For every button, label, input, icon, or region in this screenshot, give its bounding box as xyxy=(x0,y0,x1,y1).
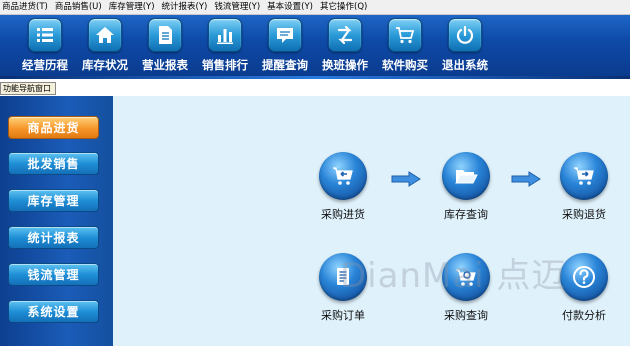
toolbar-shift-change-button[interactable]: 换班操作 xyxy=(314,18,376,78)
toolbar-label: 提醒查询 xyxy=(262,58,308,72)
flow-purchase-in[interactable]: 采购进货 xyxy=(298,152,388,222)
flow-label: 库存查询 xyxy=(444,208,488,221)
arrow-right-icon xyxy=(511,171,541,187)
menu-item-purchase[interactable]: 商品进货(T) xyxy=(0,0,53,15)
nav-item-reports[interactable]: 统计报表 xyxy=(8,226,99,249)
nav-item-purchase[interactable]: 商品进货 xyxy=(8,116,99,139)
document-icon xyxy=(148,18,182,52)
flow-label: 采购进货 xyxy=(321,208,365,221)
flow-label: 采购查询 xyxy=(444,309,488,322)
menu-bar: 商品进货(T) 商品销售(U) 库存管理(Y) 统计报表(Y) 钱流管理(Y) … xyxy=(0,0,630,15)
cart-return-icon xyxy=(560,152,608,200)
message-icon xyxy=(268,18,302,52)
menu-item-other[interactable]: 其它操作(Q) xyxy=(318,0,372,15)
toolbar-buy-software-button[interactable]: 软件购买 xyxy=(374,18,436,78)
folder-open-icon xyxy=(442,152,490,200)
toolbar-label: 营业报表 xyxy=(142,58,188,72)
power-icon xyxy=(448,18,482,52)
list-icon xyxy=(28,18,62,52)
nav-item-inventory[interactable]: 库存管理 xyxy=(8,189,99,212)
toolbar-label: 销售排行 xyxy=(202,58,248,72)
toolbar-reminder-query-button[interactable]: 提醒查询 xyxy=(254,18,316,78)
toolbar-label: 退出系统 xyxy=(442,58,488,72)
nav-item-settings[interactable]: 系统设置 xyxy=(8,300,99,323)
flow-label: 采购订单 xyxy=(321,309,365,322)
toolbar: 经营历程 库存状况 营业报表 销售排行 提醒查询 换班操作 软件购买 退出系统 xyxy=(0,15,630,79)
toolbar-exit-button[interactable]: 退出系统 xyxy=(434,18,496,78)
home-icon xyxy=(88,18,122,52)
nav-window-title: 功能导航窗口 xyxy=(0,82,56,95)
flow-inventory-query[interactable]: 库存查询 xyxy=(421,152,511,222)
menu-item-reports[interactable]: 统计报表(Y) xyxy=(160,0,213,15)
watermark: DianMai 点迈 xyxy=(340,256,567,296)
toolbar-label: 库存状况 xyxy=(82,58,128,72)
toolbar-label: 软件购买 xyxy=(382,58,428,72)
toolbar-inventory-status-button[interactable]: 库存状况 xyxy=(74,18,136,78)
menu-item-inventory[interactable]: 库存管理(Y) xyxy=(107,0,160,15)
toolbar-sales-ranking-button[interactable]: 销售排行 xyxy=(194,18,256,78)
nav-item-wholesale[interactable]: 批发销售 xyxy=(8,152,99,175)
arrow-right-icon xyxy=(391,171,421,187)
cart-in-icon xyxy=(319,152,367,200)
toolbar-label: 经营历程 xyxy=(22,58,68,72)
flow-label: 付款分析 xyxy=(562,309,606,322)
toolbar-label: 换班操作 xyxy=(322,58,368,72)
flow-purchase-return[interactable]: 采购退货 xyxy=(539,152,629,222)
menu-item-sales[interactable]: 商品销售(U) xyxy=(53,0,107,15)
switch-icon xyxy=(328,18,362,52)
bar-chart-icon xyxy=(208,18,242,52)
cart-icon xyxy=(388,18,422,52)
toolbar-business-report-button[interactable]: 营业报表 xyxy=(134,18,196,78)
question-icon xyxy=(560,253,608,301)
menu-item-settings[interactable]: 基本设置(Y) xyxy=(265,0,318,15)
nav-item-cashflow[interactable]: 钱流管理 xyxy=(8,263,99,286)
menu-item-cashflow[interactable]: 钱流管理(Y) xyxy=(212,0,265,15)
nav-panel: 商品进货 批发销售 库存管理 统计报表 钱流管理 系统设置 xyxy=(0,96,113,346)
main-area: 采购进货 库存查询 采购退货 采购订单 采购查询 付款分析 xyxy=(113,96,630,346)
toolbar-business-history-button[interactable]: 经营历程 xyxy=(14,18,76,78)
flow-label: 采购退货 xyxy=(562,208,606,221)
